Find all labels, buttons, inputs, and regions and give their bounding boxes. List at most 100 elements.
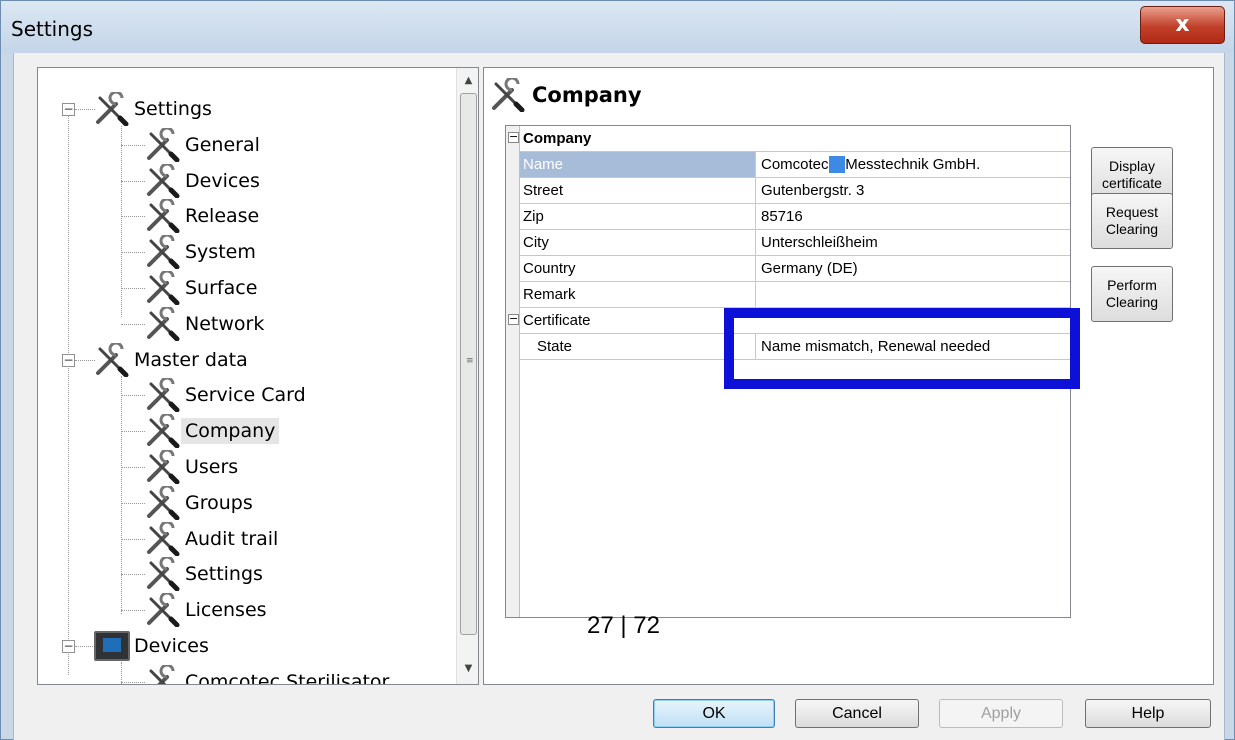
tree-item[interactable]: General	[145, 127, 264, 162]
scroll-up-icon[interactable]: ▲	[457, 70, 478, 92]
grid-gutter	[506, 126, 520, 617]
property-value[interactable]: Comcotec__Messtechnik GmbH.	[757, 152, 1070, 177]
tree-item-label: General	[185, 133, 260, 156]
tools-icon	[147, 271, 180, 305]
tree-connector	[75, 109, 95, 110]
tree-item-label: Comcotec Sterilisator	[185, 670, 390, 685]
settings-window: Settings x − Settings General Devices Releas…	[0, 0, 1235, 740]
settings-tree: − Settings General Devices Release System Surf…	[37, 67, 479, 685]
title-bar[interactable]: Settings x	[1, 1, 1234, 53]
tree-item[interactable]: Settings	[94, 92, 216, 126]
tree-item[interactable]: Master data	[94, 342, 252, 377]
tree-item[interactable]: Groups	[145, 485, 257, 520]
tree-item-label: Audit trail	[185, 527, 279, 550]
tree-item-label: Company	[181, 418, 280, 445]
property-row-street[interactable]: Street Gutenbergstr. 3	[520, 178, 1070, 204]
property-row-city[interactable]: City Unterschleißheim	[520, 230, 1070, 256]
tools-icon	[147, 378, 180, 413]
tools-icon	[147, 521, 180, 556]
property-row-remark[interactable]: Remark	[520, 282, 1070, 308]
tree-connector	[121, 180, 145, 182]
panel-header: Company	[490, 78, 642, 112]
property-value[interactable]: Unterschleißheim	[757, 230, 1070, 255]
collapse-icon[interactable]: −	[508, 313, 519, 325]
property-value[interactable]: Gutenbergstr. 3	[757, 178, 1070, 203]
tree-connector	[121, 376, 122, 614]
tree-connector	[121, 467, 145, 468]
tree-connector	[121, 395, 145, 397]
property-value[interactable]	[757, 282, 1070, 307]
tree-connector	[121, 502, 145, 504]
tree-connector	[121, 288, 145, 289]
close-icon[interactable]: x	[1175, 12, 1189, 37]
name-part-1: Comcotec	[761, 156, 829, 173]
property-key: City	[520, 230, 756, 255]
property-value[interactable]: 85716	[757, 204, 1070, 229]
tree-item[interactable]: Service Card	[145, 378, 310, 413]
property-value[interactable]: Germany (DE)	[757, 256, 1070, 281]
tree-item[interactable]: Surface	[145, 271, 261, 305]
property-key: Country	[520, 256, 756, 281]
tree-connector	[121, 216, 145, 218]
tools-icon	[147, 306, 180, 341]
request-clearing-button[interactable]: Request Clearing	[1091, 193, 1173, 249]
tree-item[interactable]: Audit trail	[145, 521, 282, 556]
tools-icon	[147, 593, 180, 628]
help-button[interactable]: Help	[1085, 699, 1211, 728]
tree-item[interactable]: Devices	[94, 629, 213, 663]
perform-clearing-button[interactable]: Perform Clearing	[1091, 266, 1173, 322]
property-row-country[interactable]: Country Germany (DE)	[520, 256, 1070, 282]
tools-icon	[96, 92, 129, 126]
tree-item-label: Devices	[185, 169, 260, 192]
button-label-line: Request	[1105, 204, 1159, 220]
collapse-icon[interactable]: −	[62, 640, 75, 653]
ok-button[interactable]: OK	[653, 699, 775, 728]
device-monitor-icon	[94, 631, 130, 661]
tools-icon	[147, 199, 180, 234]
tools-icon	[147, 450, 180, 484]
scroll-down-icon[interactable]: ▼	[457, 658, 478, 680]
button-label-line: Perform	[1107, 277, 1157, 293]
property-key: Name	[520, 152, 756, 177]
tree-connector	[121, 252, 145, 254]
cancel-button[interactable]: Cancel	[795, 699, 919, 728]
collapse-icon[interactable]: −	[508, 131, 519, 143]
button-label-line: Display	[1109, 158, 1155, 174]
grip-icon: ≡	[466, 356, 474, 366]
property-row-name[interactable]: Name Comcotec__Messtechnik GmbH.	[520, 152, 1070, 178]
tree-item-label: Devices	[134, 635, 209, 657]
tree-item[interactable]: Network	[145, 306, 268, 341]
tree-item[interactable]: Users	[145, 450, 242, 484]
panel-title: Company	[532, 83, 642, 107]
collapse-icon[interactable]: −	[62, 353, 75, 367]
scroll-thumb[interactable]: ≡	[460, 93, 477, 635]
tree-item[interactable]: Release	[145, 199, 263, 234]
collapse-icon[interactable]: −	[62, 103, 75, 116]
button-label-line: Clearing	[1105, 294, 1159, 310]
tree-item-label: Network	[185, 312, 265, 335]
close-button[interactable]: x	[1140, 6, 1225, 44]
name-part-2: Messtechnik GmbH.	[845, 156, 981, 173]
tree-item[interactable]: Company	[145, 414, 280, 449]
tools-icon	[147, 235, 180, 270]
tree-item[interactable]: System	[145, 235, 260, 270]
tools-icon	[147, 557, 180, 592]
tree-connector	[121, 431, 145, 433]
tree-scrollbar[interactable]: ▲ ≡ ▼	[456, 68, 478, 684]
page-number: 27 | 72	[587, 612, 660, 639]
button-label-line: Clearing	[1105, 221, 1159, 237]
property-key: Remark	[520, 282, 756, 307]
tree-item-label: Users	[185, 456, 239, 478]
tools-icon	[149, 664, 175, 684]
tree-item[interactable]: Licenses	[145, 593, 271, 628]
tree-connector	[121, 323, 145, 325]
tree-item[interactable]: Devices	[145, 163, 264, 198]
tree-item[interactable]: Settings	[145, 557, 267, 592]
tree-item-label: Service Card	[185, 384, 306, 407]
button-label-line: certificate	[1102, 175, 1162, 191]
tree-item[interactable]: Comcotec Sterilisator	[145, 664, 393, 685]
property-row-zip[interactable]: Zip 85716	[520, 204, 1070, 230]
tree-connector	[121, 574, 145, 576]
apply-button[interactable]: Apply	[939, 699, 1063, 728]
tree-connector	[121, 144, 145, 146]
